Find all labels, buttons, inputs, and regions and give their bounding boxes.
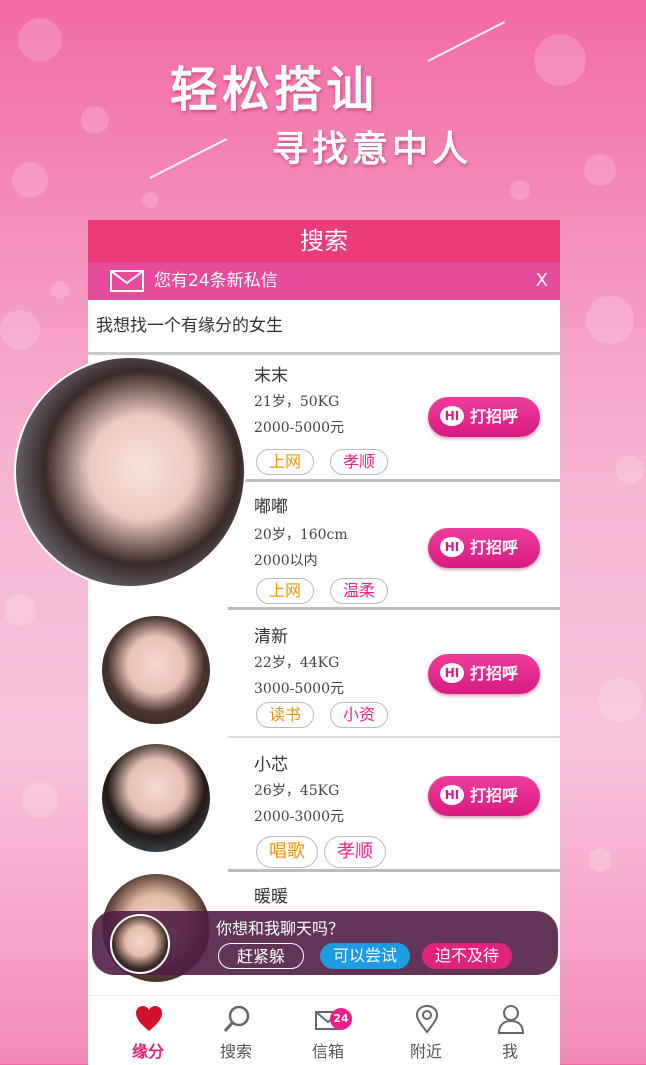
- tab-mailbox[interactable]: 24 信箱: [288, 996, 368, 1065]
- eager-button[interactable]: 迫不及待: [422, 943, 512, 969]
- profile-tag: 小资: [330, 702, 389, 728]
- heart-icon: [136, 1006, 162, 1031]
- profile-name: 清新: [254, 627, 288, 647]
- profile-stats: 26岁，45KG: [254, 783, 340, 799]
- profile-tag: 唱歌: [256, 836, 318, 868]
- profile-name: 末末: [254, 366, 288, 386]
- tab-label: 附近: [409, 1042, 442, 1061]
- notice-text: 您有24条新私信: [154, 271, 278, 291]
- tab-label: 我: [501, 1042, 518, 1061]
- tab-label: 信箱: [311, 1042, 344, 1061]
- profile-tag: 孝顺: [324, 836, 386, 868]
- avatar: [110, 914, 170, 974]
- profile-income: 2000-5000元: [254, 420, 344, 436]
- tab-label: 搜索: [219, 1042, 252, 1061]
- tab-nearby[interactable]: 附近: [386, 996, 466, 1065]
- hi-bubble-icon: HI: [440, 785, 464, 805]
- greet-button[interactable]: HI 打招呼: [428, 654, 540, 694]
- dodge-button[interactable]: 赶紧躲: [218, 943, 304, 969]
- profile-income: 3000-5000元: [254, 681, 344, 697]
- hi-bubble-icon: HI: [440, 537, 464, 557]
- search-icon: [223, 1005, 250, 1032]
- message-notice-bar[interactable]: 您有24条新私信 X: [88, 262, 560, 300]
- profile-tag: 孝顺: [330, 449, 389, 475]
- profile-name: 小芯: [254, 755, 288, 775]
- avatar-large[interactable]: [14, 356, 246, 588]
- decor-stroke: [149, 138, 228, 179]
- unread-badge: 24: [330, 1008, 352, 1030]
- profile-stats: 20岁，160cm: [254, 527, 348, 543]
- greet-label: 打招呼: [470, 407, 519, 426]
- avatar[interactable]: [102, 744, 210, 852]
- profile-income: 2000以内: [254, 553, 318, 569]
- bottom-tab-bar: 缘分 搜索 24 信箱 附近 我: [88, 995, 560, 1065]
- decor-stroke: [427, 21, 506, 62]
- tab-label: 缘分: [131, 1042, 164, 1061]
- tab-fate[interactable]: 缘分: [108, 996, 188, 1065]
- location-pin-icon: [415, 1004, 439, 1034]
- hi-bubble-icon: HI: [440, 406, 464, 426]
- profile-name: 暖暖: [254, 887, 288, 907]
- tab-search[interactable]: 搜索: [196, 996, 276, 1065]
- hero-headline: 轻松搭讪: [170, 62, 379, 118]
- mail-icon: [110, 270, 144, 292]
- greet-button[interactable]: HI 打招呼: [428, 528, 540, 568]
- profile-stats: 22岁，44KG: [254, 655, 340, 671]
- close-button[interactable]: X: [536, 262, 548, 300]
- greet-label: 打招呼: [470, 538, 519, 557]
- page-title: 搜索: [88, 220, 560, 262]
- tab-me[interactable]: 我: [470, 996, 550, 1065]
- profile-name: 嘟嘟: [254, 497, 288, 517]
- list-item[interactable]: 小芯 26岁，45KG 2000-3000元 唱歌 孝顺 HI 打招呼: [88, 738, 560, 872]
- greet-label: 打招呼: [470, 786, 519, 805]
- greet-button[interactable]: HI 打招呼: [428, 776, 540, 816]
- greet-label: 打招呼: [470, 664, 519, 683]
- chat-invite-popup: 你想和我聊天吗？ 赶紧躲 可以尝试 迫不及待: [92, 911, 558, 975]
- profile-stats: 21岁，50KG: [254, 394, 340, 410]
- person-icon: [497, 1005, 525, 1034]
- profile-tag: 读书: [256, 702, 315, 728]
- profile-tag: 上网: [256, 578, 315, 604]
- hi-bubble-icon: HI: [440, 663, 464, 683]
- hero-subline: 寻找意中人: [272, 128, 473, 170]
- list-item[interactable]: 清新 22岁，44KG 3000-5000元 读书 小资 HI 打招呼: [88, 610, 560, 738]
- try-button[interactable]: 可以尝试: [320, 943, 410, 969]
- popup-question: 你想和我聊天吗？: [216, 919, 345, 938]
- greet-button[interactable]: HI 打招呼: [428, 397, 540, 437]
- profile-tag: 温柔: [330, 578, 389, 604]
- profile-tag: 上网: [256, 449, 315, 475]
- profile-income: 2000-3000元: [254, 809, 344, 825]
- avatar[interactable]: [102, 616, 210, 724]
- search-prompt: 我想找一个有缘分的女生: [88, 300, 560, 355]
